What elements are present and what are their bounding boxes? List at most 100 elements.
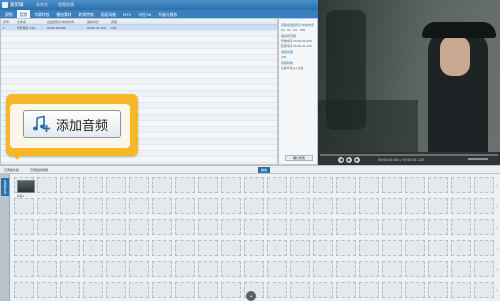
timeline-slot[interactable]: › — [290, 240, 314, 256]
timeline-slot[interactable]: › — [221, 240, 245, 256]
transition-arrow-icon[interactable]: › — [496, 183, 498, 189]
timeline-slot[interactable]: › — [359, 219, 383, 235]
timeline-slot[interactable]: › — [129, 282, 153, 298]
timeline-slot[interactable]: › — [60, 177, 84, 193]
play-icon[interactable]: ▶ — [346, 157, 352, 163]
tab-8[interactable]: 升级与服务 — [155, 10, 180, 18]
transition-arrow-icon[interactable]: › — [496, 204, 498, 210]
timeline-slot[interactable]: › — [405, 177, 429, 193]
timeline-slot[interactable]: 片段1› — [14, 177, 38, 198]
timeline-slot[interactable]: › — [221, 198, 245, 214]
timeline-slot[interactable]: › — [267, 282, 291, 298]
timeline-slot[interactable]: › — [382, 261, 406, 277]
scroll-down-icon[interactable]: ⌄ — [246, 291, 256, 301]
timeline-slot[interactable]: › — [451, 282, 475, 298]
timeline-slot[interactable]: › — [221, 282, 245, 298]
trim-start-value[interactable]: 开始时间 00:00:00.000 — [281, 39, 315, 43]
timeline-slot[interactable]: › — [129, 261, 153, 277]
timeline-slot[interactable]: › — [336, 261, 360, 277]
timeline-slot[interactable]: › — [198, 198, 222, 214]
seek-track[interactable] — [320, 154, 498, 156]
timeline-slot[interactable]: › — [336, 198, 360, 214]
timeline-slot[interactable]: › — [290, 198, 314, 214]
timeline-slot[interactable]: › — [83, 240, 107, 256]
timeline-slot[interactable]: › — [267, 261, 291, 277]
timeline-slot[interactable]: › — [60, 261, 84, 277]
timeline-slot[interactable]: › — [198, 240, 222, 256]
timeline-slot[interactable]: › — [451, 219, 475, 235]
transition-arrow-icon[interactable]: › — [496, 288, 498, 294]
timeline-slot[interactable]: › — [37, 240, 61, 256]
timeline-slot[interactable]: › — [359, 261, 383, 277]
column-header[interactable]: 序号 — [1, 19, 15, 24]
timeline-slot[interactable]: › — [175, 240, 199, 256]
timeline-slot[interactable]: › — [451, 240, 475, 256]
timeline-slot[interactable]: › — [336, 282, 360, 298]
timeline-slot[interactable]: › — [106, 282, 130, 298]
timeline-slot[interactable]: › — [290, 219, 314, 235]
timeline-slot[interactable]: › — [198, 261, 222, 277]
timeline-slot[interactable]: › — [428, 282, 452, 298]
timeline-slot[interactable]: › — [451, 177, 475, 193]
column-header[interactable]: 文件名 — [15, 19, 45, 24]
timeline-slot[interactable]: › — [290, 282, 314, 298]
transition-arrow-icon[interactable]: › — [496, 267, 498, 273]
timeline-slot[interactable]: › — [405, 261, 429, 277]
timeline-slot[interactable]: › — [451, 198, 475, 214]
timeline-slot[interactable]: › — [106, 177, 130, 193]
timeline-slot[interactable]: › — [290, 177, 314, 193]
timeline-slot[interactable]: › — [175, 282, 199, 298]
tab-added-audio[interactable]: 已添加的音频 — [30, 167, 48, 173]
timeline-slot[interactable]: › — [152, 282, 176, 298]
volume-slider[interactable] — [468, 158, 488, 160]
timeline-slot[interactable]: › — [14, 282, 38, 298]
timeline-slot[interactable]: › — [152, 240, 176, 256]
timeline-slot[interactable]: › — [244, 198, 268, 214]
trim-end-value[interactable]: 结束时间 00:00:31.120 — [281, 44, 315, 48]
timeline-slot[interactable]: › — [359, 177, 383, 193]
clip-timeline[interactable]: 片段1›››››››››››››››››››››››››››››››››››››… — [10, 174, 500, 301]
timeline-slot[interactable]: › — [83, 282, 107, 298]
timeline-slot[interactable]: › — [244, 219, 268, 235]
timeline-slot[interactable]: › — [313, 219, 337, 235]
timeline-slot[interactable]: › — [428, 198, 452, 214]
timeline-slot[interactable]: › — [14, 261, 38, 277]
tab-added-clips[interactable]: 已添加片段 — [4, 167, 19, 173]
timeline-slot[interactable]: › — [336, 177, 360, 193]
timeline-slot[interactable]: › — [359, 282, 383, 298]
timeline-slot[interactable]: › — [37, 282, 61, 298]
tab-3[interactable]: 叠加素材 — [53, 10, 74, 18]
timeline-slot[interactable]: › — [359, 198, 383, 214]
timeline-slot[interactable]: › — [37, 219, 61, 235]
timeline-slot[interactable]: › — [83, 261, 107, 277]
timeline-slot[interactable]: › — [428, 177, 452, 193]
timeline-slot[interactable]: › — [428, 219, 452, 235]
timeline-slot[interactable]: › — [382, 282, 406, 298]
next-frame-icon[interactable]: ▶ — [354, 157, 360, 163]
timeline-slot[interactable]: › — [267, 198, 291, 214]
timeline-slot[interactable]: › — [129, 219, 153, 235]
timeline-slot[interactable]: › — [313, 261, 337, 277]
timeline-slot[interactable]: › — [152, 261, 176, 277]
volume-value[interactable]: 100 — [281, 55, 315, 59]
timeline-slot[interactable]: › — [290, 261, 314, 277]
timeline-slot[interactable]: › — [106, 198, 130, 214]
timeline-slot[interactable]: › — [106, 219, 130, 235]
timeline-slot[interactable]: › — [474, 240, 498, 256]
timeline-slot[interactable]: › — [152, 198, 176, 214]
timeline-slot[interactable]: › — [221, 177, 245, 193]
add-audio-button[interactable]: 添加音频 — [23, 110, 121, 138]
previous-frame-icon[interactable]: ◀ — [338, 157, 344, 163]
confirm-change-button[interactable]: 确认修改 — [285, 155, 313, 161]
timeline-slot[interactable]: › — [129, 198, 153, 214]
timeline-slot[interactable]: › — [267, 240, 291, 256]
timeline-slot[interactable]: › — [14, 198, 38, 214]
timeline-slot[interactable]: › — [60, 282, 84, 298]
timeline-slot[interactable]: › — [405, 198, 429, 214]
timeline-slot[interactable]: › — [313, 282, 337, 298]
timeline-slot[interactable]: › — [152, 177, 176, 193]
timeline-slot[interactable]: › — [60, 198, 84, 214]
tab-5[interactable]: 画面风格 — [98, 10, 119, 18]
column-header[interactable]: 裁剪时长 — [85, 19, 109, 24]
timeline-slot[interactable]: › — [405, 219, 429, 235]
